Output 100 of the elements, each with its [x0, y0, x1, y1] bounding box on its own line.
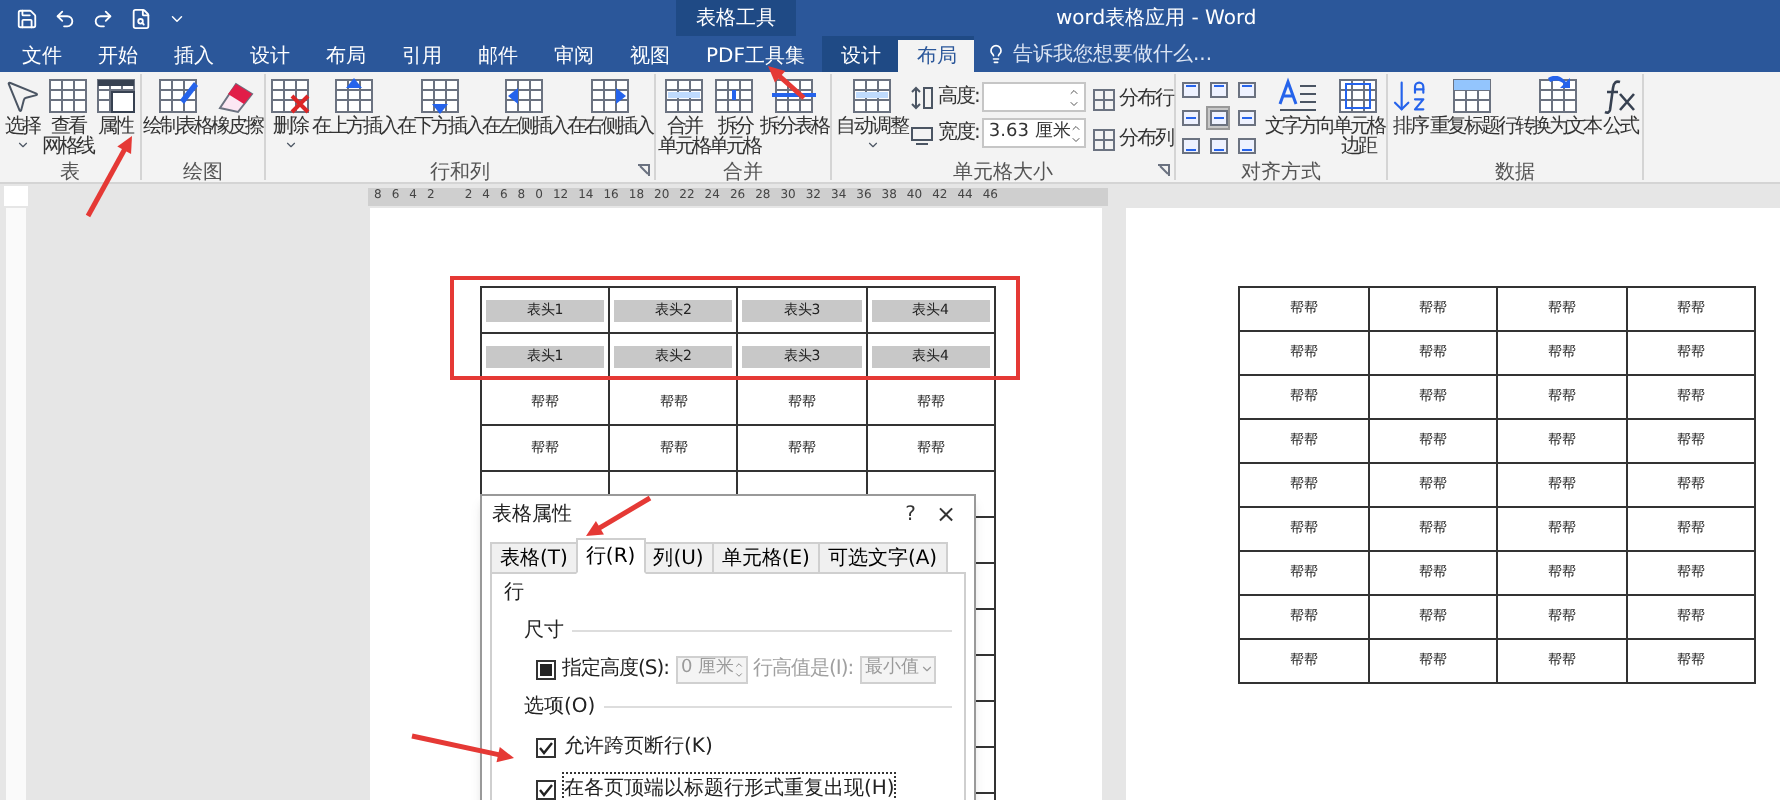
align-icon [1237, 138, 1256, 154]
dialog-launcher-icon[interactable] [1158, 164, 1171, 176]
close-button[interactable]: × [927, 502, 964, 526]
tell-me-field[interactable]: 告诉我您想要做什么... [974, 36, 1213, 72]
align-button[interactable] [1234, 134, 1259, 158]
undo-icon[interactable] [54, 7, 76, 29]
dropdown-caret-icon [919, 662, 934, 676]
group-label: 对齐方式 [1241, 162, 1322, 186]
align-icon [1181, 138, 1200, 154]
checkbox[interactable] [536, 659, 556, 679]
align-icon [1209, 138, 1228, 154]
group-label: 合并 [723, 162, 763, 186]
field-label: 宽度: [938, 119, 979, 148]
save-icon[interactable] [16, 7, 38, 29]
dialog-tab[interactable]: 列(U) [643, 542, 714, 574]
checkbox[interactable] [536, 779, 556, 799]
distribute-button[interactable]: 分布列 [1092, 124, 1173, 154]
ribbon-tab[interactable]: 视图 [612, 36, 688, 72]
ribbon-button-label: 单元格 边距 [1332, 118, 1384, 158]
ribbon-button[interactable]: 在右侧插入 [567, 74, 652, 162]
ribbon-tab[interactable]: 设计 [822, 36, 899, 72]
group-label: 数据 [1494, 162, 1535, 186]
ribbon-button[interactable]: 转换为文本 [1514, 74, 1600, 162]
align-icon [1209, 110, 1228, 126]
ribbon-button[interactable]: 重复标题行 [1429, 74, 1515, 162]
ribbon-tab[interactable]: 审阅 [536, 36, 612, 72]
ribbon-button-label: 查看 网格线 [42, 118, 93, 158]
ribbon-button[interactable]: 属性 [93, 74, 137, 162]
ribbon-button[interactable]: 绘制表格 [143, 74, 211, 162]
ribbon-button[interactable]: 排序 [1389, 74, 1430, 162]
check-icon [538, 781, 554, 797]
ribbon-button-label: 公式 [1602, 118, 1637, 138]
align-icon [1237, 110, 1256, 126]
ribbon-button[interactable]: 合并 单元格 [658, 74, 709, 162]
dialog-tab[interactable]: 单元格(E) [711, 542, 820, 574]
ribbon-button[interactable]: 在上方插入 [312, 74, 397, 162]
ribbon-button[interactable]: 文字方向 [1264, 74, 1333, 162]
checkbox-label: 允许跨页断行(K) [562, 733, 715, 762]
align-icon [1181, 110, 1200, 126]
distribute-button[interactable]: 分布行 [1092, 84, 1173, 114]
dialog-tab[interactable]: 表格(T) [490, 542, 578, 574]
align-button[interactable] [1234, 106, 1259, 130]
ribbon-button[interactable]: 拆分 单元格 [709, 74, 760, 162]
ribbon-button-label: 选择 [5, 118, 39, 138]
help-button[interactable]: ? [893, 499, 928, 529]
ribbon-button-label: 在上方插入 [312, 118, 397, 138]
window-title: word表格应用 - Word [1056, 5, 1257, 33]
annotation-arrow [586, 495, 652, 536]
dialog-tab[interactable]: 行(R) [575, 538, 646, 574]
ribbon-button[interactable]: 删除 [268, 74, 312, 162]
ribbon-button-label: 绘制表格 [143, 118, 211, 138]
ribbon-button-label: 在下方插入 [397, 118, 482, 138]
align-button[interactable] [1206, 78, 1231, 102]
ribbon-tab[interactable]: 开始 [80, 36, 156, 72]
align-button[interactable] [1206, 106, 1231, 130]
checkbox-label: 指定高度(S): [562, 655, 670, 684]
align-button[interactable] [1206, 134, 1231, 158]
ribbon-button[interactable]: 自动调整 [834, 74, 910, 162]
lightbulb-icon [986, 44, 1007, 64]
ribbon-button-label: 橡皮擦 [211, 118, 262, 138]
field-label: 行高值是(I): [753, 655, 854, 684]
align-button[interactable] [1234, 78, 1259, 102]
align-icon [1237, 82, 1256, 98]
ribbon-tab[interactable]: PDF工具集 [688, 36, 823, 72]
ribbon-tab[interactable]: 邮件 [460, 36, 536, 72]
group-label: 单元格大小 [953, 162, 1054, 186]
align-button[interactable] [1178, 134, 1203, 158]
ribbon-button[interactable]: 橡皮擦 [211, 74, 262, 162]
ribbon-tab[interactable]: 文件 [4, 36, 80, 72]
redo-icon[interactable] [92, 7, 114, 29]
checkbox[interactable] [536, 737, 556, 757]
ribbon-button[interactable]: 公式 [1599, 74, 1640, 162]
ribbon-button-label: 排序 [1392, 118, 1427, 138]
group-label: 行和列 [430, 162, 490, 186]
dialog-tab[interactable]: 可选文字(A) [817, 542, 948, 574]
ribbon-button[interactable]: 在下方插入 [397, 74, 482, 162]
check-icon [538, 739, 554, 755]
ribbon-button[interactable]: 单元格 边距 [1332, 74, 1384, 162]
annotation-arrow [411, 733, 514, 763]
group-label: 表 [59, 162, 80, 186]
ribbon-tab[interactable]: 设计 [232, 36, 308, 72]
column-width-icon [910, 121, 934, 145]
ribbon-tab[interactable]: 插入 [156, 36, 232, 72]
ribbon-tab[interactable]: 布局 [898, 36, 975, 72]
ribbon-button[interactable]: 选择 [2, 74, 42, 162]
context-title: 表格工具 [696, 5, 776, 33]
ribbon-tab[interactable]: 布局 [308, 36, 384, 72]
ribbon-button[interactable]: 在左侧插入 [482, 74, 567, 162]
ribbon-tab[interactable]: 引用 [384, 36, 460, 72]
ribbon-button-label: 拆分 单元格 [709, 118, 760, 158]
ribbon-button[interactable]: 拆分表格 [760, 74, 828, 162]
pointer-icon [2, 76, 42, 116]
dialog-launcher-icon[interactable] [638, 164, 650, 176]
field-label: 高度: [938, 83, 979, 112]
ribbon-button-label: 自动调整 [836, 118, 908, 138]
print-preview-icon[interactable] [130, 7, 152, 29]
ribbon-button-label: 合并 单元格 [658, 118, 709, 158]
ribbon-button[interactable]: 查看 网格线 [42, 74, 93, 162]
align-button[interactable] [1178, 106, 1203, 130]
align-button[interactable] [1178, 78, 1203, 102]
